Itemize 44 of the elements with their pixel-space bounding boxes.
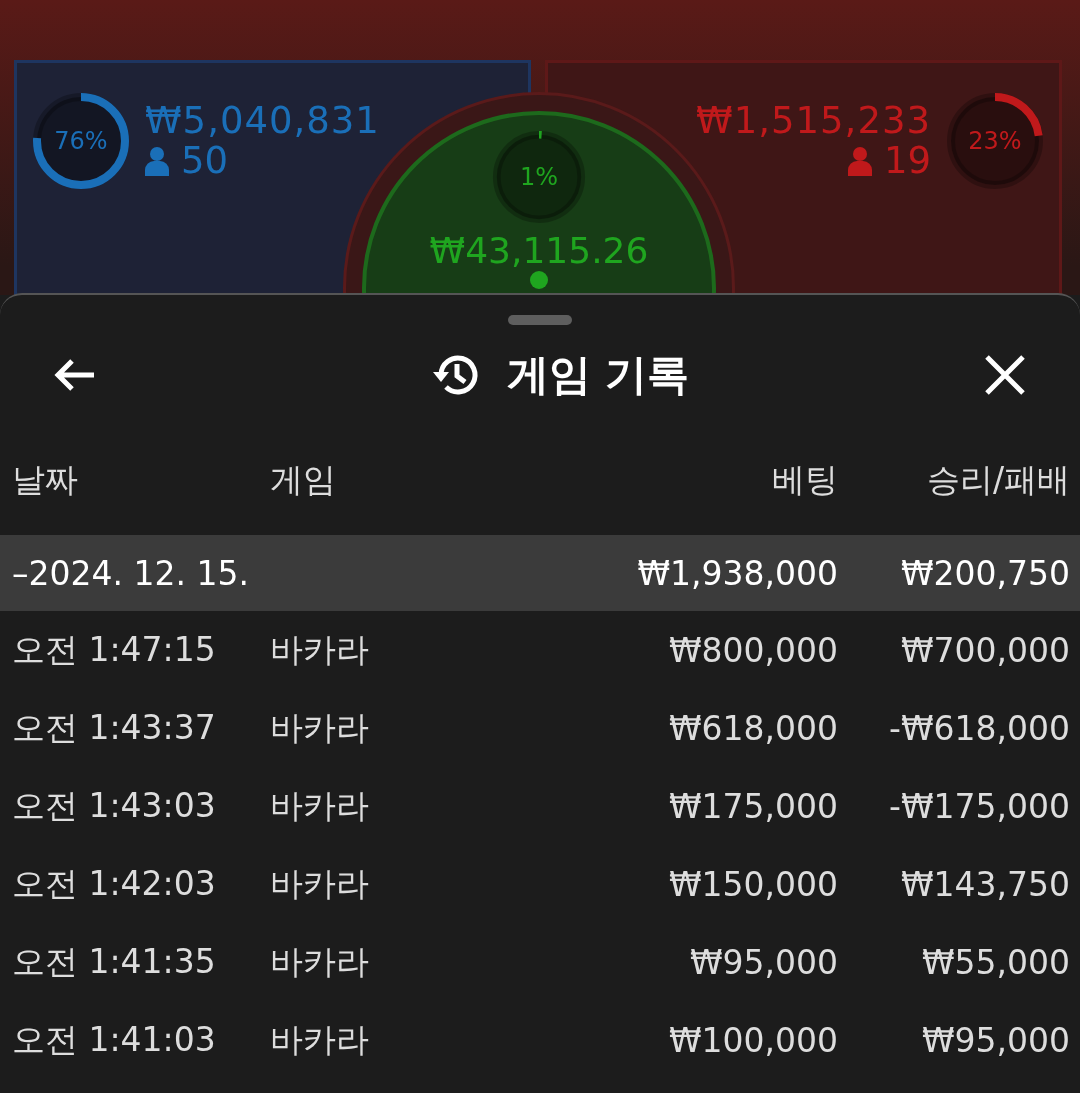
bet-cell-text: ₩100,000 bbox=[667, 1020, 838, 1060]
close-icon[interactable] bbox=[984, 354, 1026, 396]
bet-cell-text: ₩150,000 bbox=[667, 864, 838, 904]
back-arrow-icon[interactable] bbox=[54, 358, 96, 392]
pool-amount: ₩1,515,233 bbox=[696, 101, 931, 141]
game-cell-text: 바카라 bbox=[270, 862, 370, 905]
time-cell-text: 오전 1:47:15 bbox=[12, 628, 217, 671]
bet-cell-text: ₩800,000 bbox=[667, 630, 838, 670]
game-cell-text: 바카라 bbox=[270, 706, 370, 749]
time-cell-text: 오전 1:42:03 bbox=[12, 862, 217, 905]
time-cell-text: 오전 1:41:35 bbox=[12, 940, 217, 983]
column-header: 게임 bbox=[270, 458, 337, 501]
pool-amount: ₩43,115.26 bbox=[429, 231, 649, 271]
result-cell-text: ₩95,000 bbox=[920, 1020, 1070, 1060]
pool-amount: ₩5,040,831 bbox=[145, 101, 380, 141]
percent-label: 23% bbox=[968, 127, 1022, 155]
game-cell-text: 바카라 bbox=[270, 1018, 370, 1061]
column-header: 날짜 bbox=[12, 458, 79, 501]
group-bet-total: ₩1,938,000 bbox=[636, 553, 838, 593]
player-count: 19 bbox=[883, 141, 931, 181]
result-cell-text: -₩618,000 bbox=[888, 708, 1070, 748]
game-cell-text: 바카라 bbox=[270, 628, 370, 671]
result-cell-text: ₩700,000 bbox=[899, 630, 1070, 670]
sheet-title: 게임 기록 bbox=[506, 349, 690, 401]
group-date: –2024. 12. 15. bbox=[12, 553, 250, 593]
bet-cell-text: ₩175,000 bbox=[667, 786, 838, 826]
group-result-total: ₩200,750 bbox=[899, 553, 1070, 593]
percent-label: 76% bbox=[54, 127, 108, 155]
time-cell-text: 오전 1:43:03 bbox=[12, 784, 217, 827]
column-header: 베팅 bbox=[771, 458, 838, 501]
column-header: 승리/패배 bbox=[925, 458, 1070, 501]
time-cell-text: 오전 1:43:37 bbox=[12, 706, 217, 749]
game-cell-text: 바카라 bbox=[270, 784, 370, 827]
result-cell-text: ₩55,000 bbox=[920, 942, 1070, 982]
result-cell-text: ₩143,750 bbox=[899, 864, 1070, 904]
player-count: 50 bbox=[181, 141, 229, 181]
bet-cell-text: ₩95,000 bbox=[688, 942, 838, 982]
drag-handle[interactable] bbox=[508, 315, 572, 325]
game-cell-text: 바카라 bbox=[270, 940, 370, 983]
date-group-row[interactable]: –2024. 12. 15. ₩1,938,000 ₩200,750 bbox=[0, 535, 1080, 611]
bet-cell-text: ₩618,000 bbox=[667, 708, 838, 748]
time-cell-text: 오전 1:41:03 bbox=[12, 1018, 217, 1061]
result-cell-text: -₩175,000 bbox=[888, 786, 1070, 826]
percent-label: 1% bbox=[519, 163, 559, 191]
